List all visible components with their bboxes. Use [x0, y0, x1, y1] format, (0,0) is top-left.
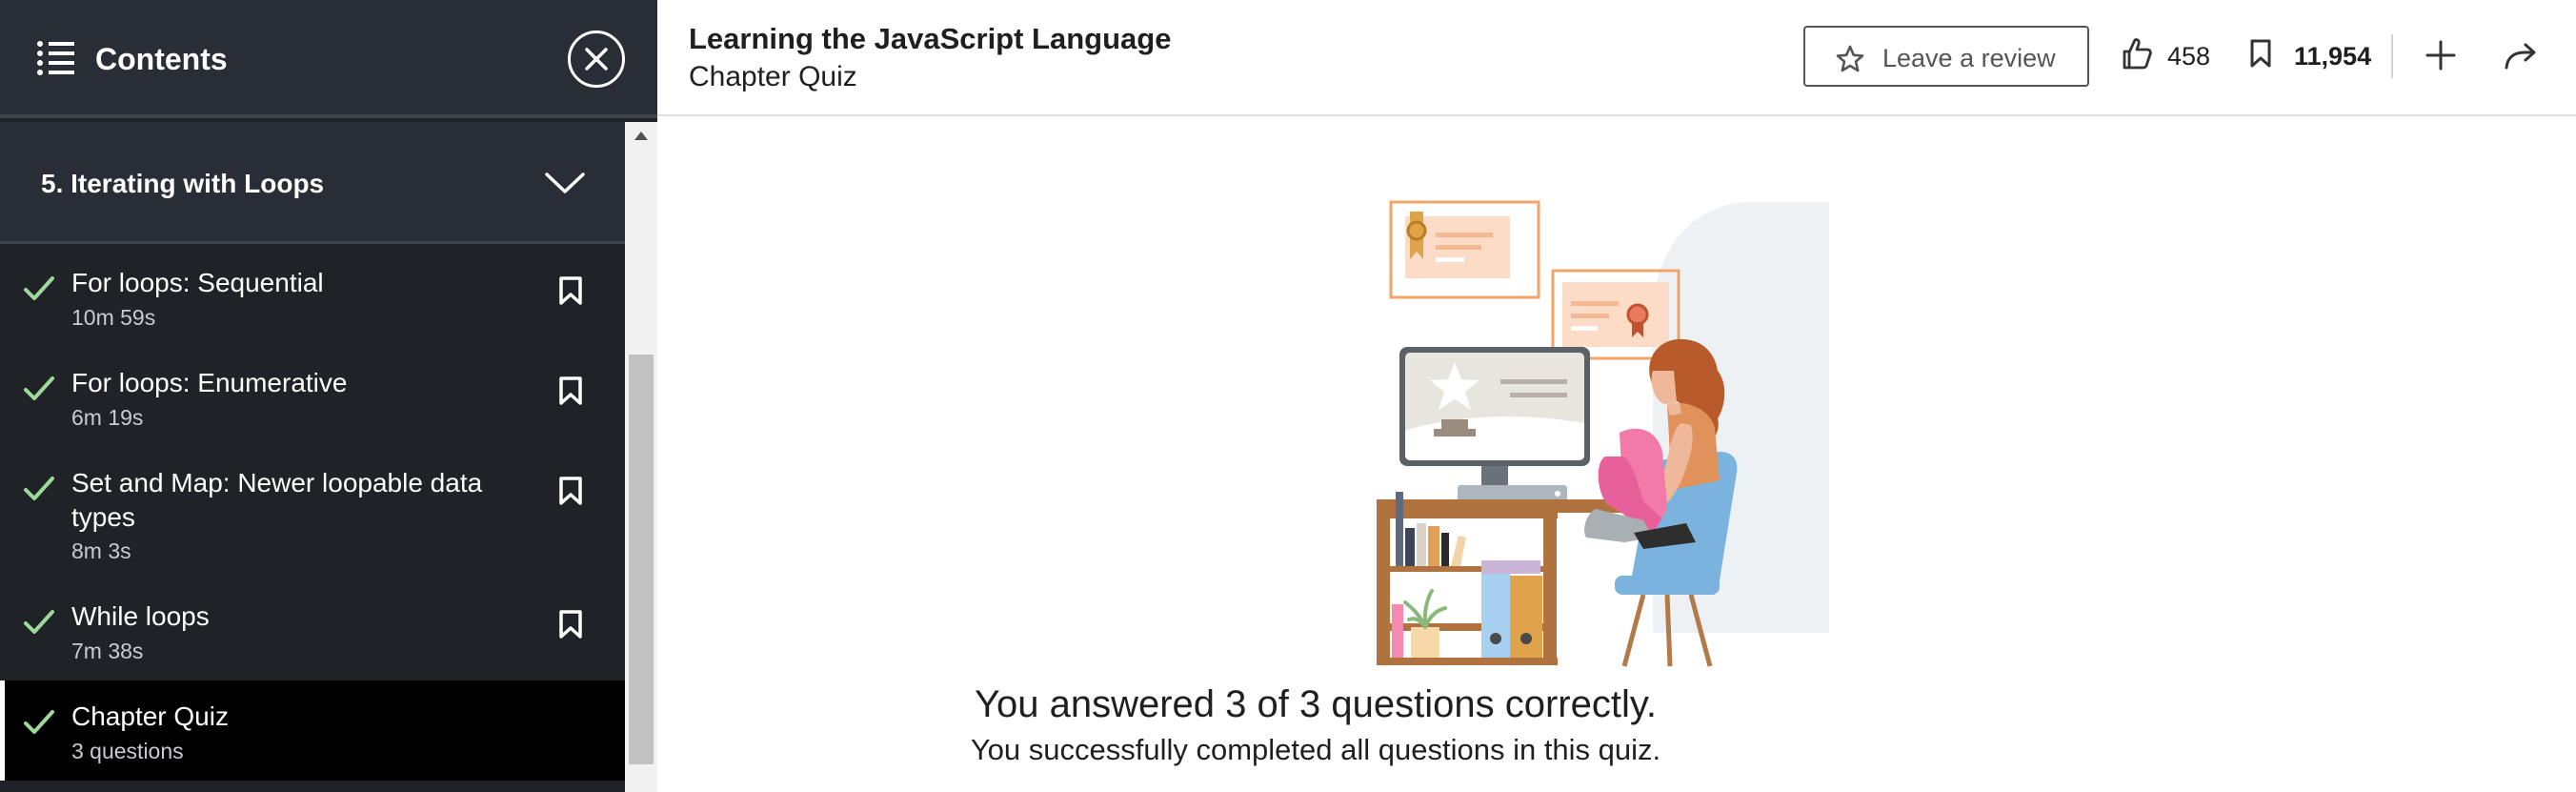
content-item-chapter-quiz[interactable]: Chapter Quiz 3 questions [0, 680, 625, 781]
course-header: Learning the JavaScript Language Chapter… [657, 0, 2576, 116]
sidebar-content-list: 5. Iterating with Loops For loops: Seque… [0, 122, 625, 792]
active-indicator [0, 680, 5, 781]
item-question-count: 3 questions [71, 739, 184, 763]
item-duration: 10m 59s [71, 305, 156, 330]
leave-review-button[interactable]: Leave a review [1803, 26, 2089, 87]
item-title: Set and Map: Newer loopable data types [71, 468, 483, 532]
bookmark-icon[interactable] [558, 275, 583, 306]
list-icon [36, 38, 78, 80]
star-icon [1836, 45, 1864, 72]
sidebar-header: Contents [0, 0, 657, 118]
scroll-up-arrow-icon[interactable] [634, 132, 648, 140]
checkmark-icon [24, 276, 54, 300]
checkmark-icon [24, 477, 54, 500]
scrollbar-thumb[interactable] [629, 355, 654, 764]
sidebar-scrollbar[interactable] [625, 122, 657, 792]
section-header-iterating-with-loops[interactable]: 5. Iterating with Loops [0, 122, 625, 244]
item-duration: 8m 3s [71, 538, 131, 563]
item-duration: 7m 38s [71, 639, 144, 663]
plus-icon[interactable] [2424, 38, 2458, 72]
item-title: For loops: Sequential [71, 268, 324, 297]
quiz-result-subtitle: You successfully completed all questions… [970, 733, 1661, 766]
bookmark-icon[interactable] [2248, 38, 2273, 69]
content-item-while-loops[interactable]: While loops 7m 38s [0, 580, 625, 680]
item-title: While loops [71, 601, 210, 631]
checkmark-icon [24, 610, 54, 634]
quiz-result-title: You answered 3 of 3 questions correctly. [975, 683, 1657, 725]
item-duration: 6m 19s [71, 405, 144, 430]
content-item-for-loops-sequential[interactable]: For loops: Sequential 10m 59s [0, 247, 625, 347]
chapter-title: Chapter Quiz [689, 61, 857, 92]
share-arrow-icon[interactable] [2504, 42, 2538, 71]
content-item-for-loops-enumerative[interactable]: For loops: Enumerative 6m 19s [0, 347, 625, 447]
item-title: For loops: Enumerative [71, 368, 348, 397]
header-divider [2391, 34, 2393, 78]
content-item-set-and-map[interactable]: Set and Map: Newer loopable data types 8… [0, 447, 625, 580]
chevron-down-icon [545, 173, 585, 193]
bookmark-icon[interactable] [558, 376, 583, 406]
bookmark-icon[interactable] [558, 609, 583, 640]
bookmark-icon[interactable] [558, 476, 583, 506]
contents-sidebar: Contents 5. Iterating with Loops For loo… [0, 0, 657, 792]
like-count: 458 [2167, 42, 2211, 71]
sidebar-title: Contents [95, 42, 228, 76]
course-title: Learning the JavaScript Language [689, 22, 1172, 55]
close-icon [585, 48, 608, 71]
section-title: 5. Iterating with Loops [41, 169, 325, 198]
quiz-complete-illustration [1377, 200, 1829, 667]
checkmark-icon [24, 376, 54, 400]
review-label: Leave a review [1882, 44, 2056, 72]
close-sidebar-button[interactable] [568, 30, 625, 88]
quiz-result-panel: You answered 3 of 3 questions correctly.… [657, 116, 2576, 792]
checkmark-icon [24, 710, 54, 734]
item-title: Chapter Quiz [71, 701, 229, 731]
save-count: 11,954 [2294, 42, 2372, 71]
thumbs-up-icon[interactable] [2121, 36, 2153, 71]
